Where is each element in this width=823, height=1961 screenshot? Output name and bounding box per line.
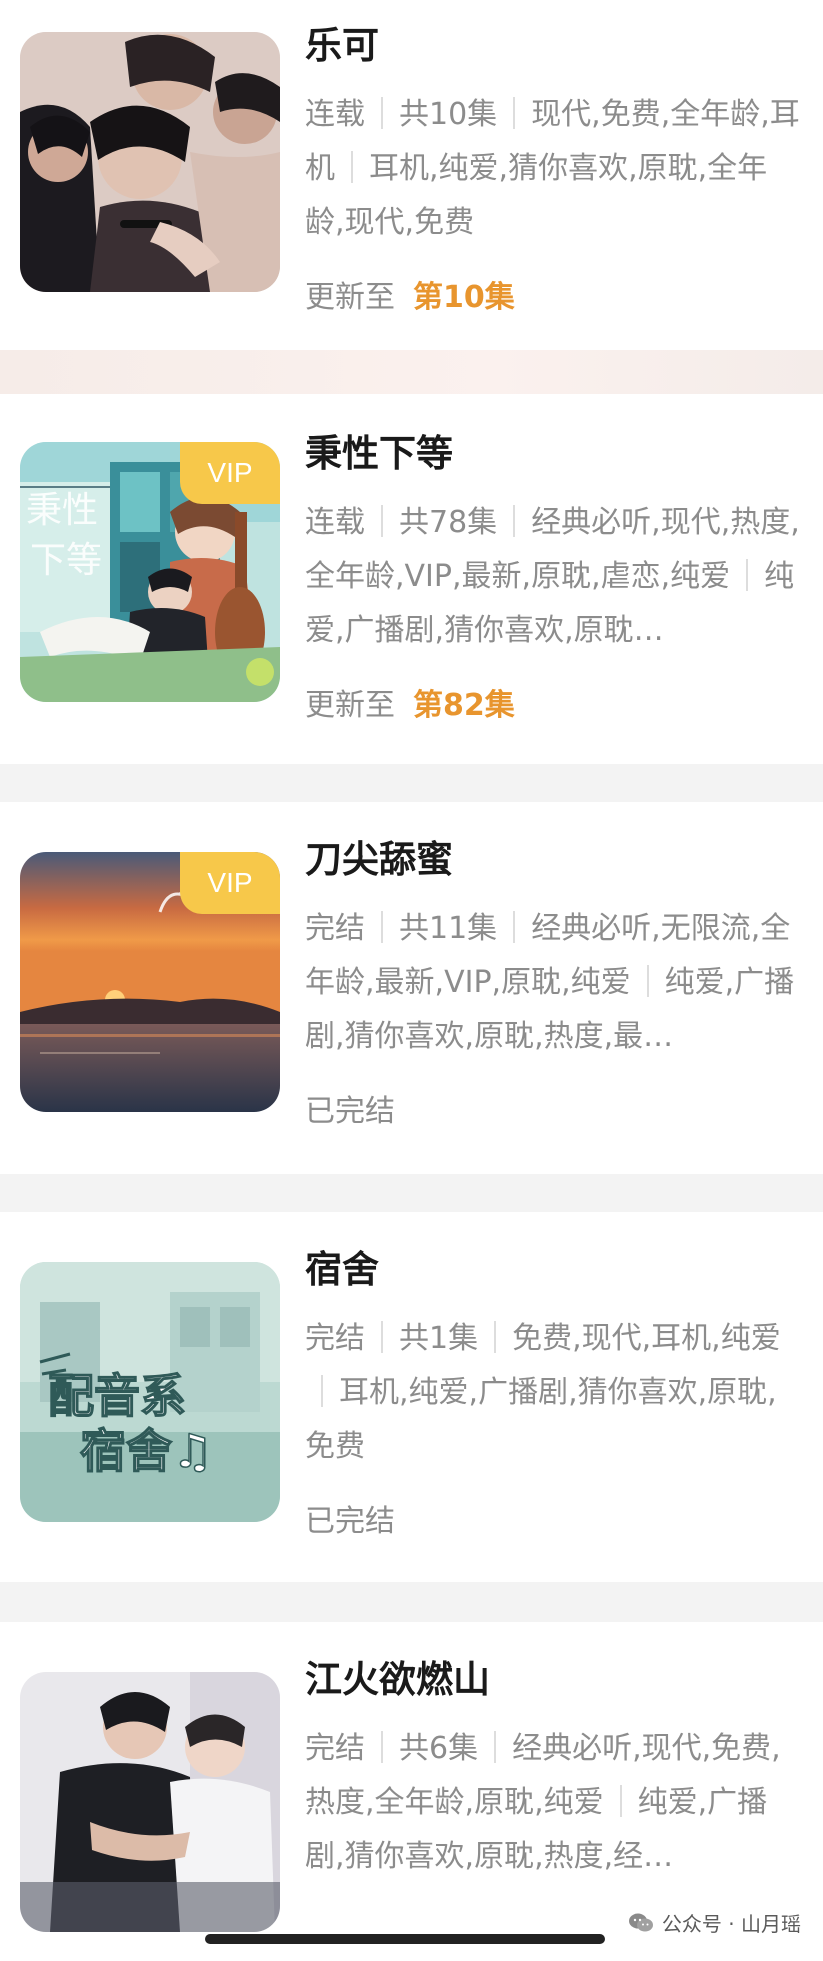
item-tags: 完结 共1集 免费,现代,耳机,纯爱耳机,纯爱,广播剧,猜你喜欢,原耽,免费 <box>305 1312 803 1474</box>
cover-title-text: 宿舍♫ <box>80 1424 213 1478</box>
item-title[interactable]: 江火欲燃山 <box>305 1656 803 1704</box>
tag-list: 耳机,纯爱,广播剧,猜你喜欢,原耽,免费 <box>305 1375 777 1464</box>
item-tags: 完结 共6集 经典必听,现代,免费,热度,全年龄,原耽,纯爱 纯爱,广播剧,猜你喜欢,… <box>305 1722 803 1884</box>
tag-separator <box>321 1375 323 1407</box>
tag-status: 完结 <box>305 1731 365 1766</box>
item-info: 江火欲燃山 完结 共6集 经典必听,现代,免费,热度,全年龄,原耽,纯爱 纯爱,广播剧… <box>305 1656 803 1884</box>
tag-separator <box>494 1321 497 1353</box>
tag-separator <box>513 911 516 943</box>
tag-status: 完结 <box>305 1321 365 1356</box>
cover-image[interactable]: 秉性 下等 VIP <box>20 442 280 702</box>
tag-separator <box>494 1731 497 1763</box>
item-title[interactable]: 刀尖舔蜜 <box>305 836 803 884</box>
item-status: 已完结 <box>305 1500 803 1544</box>
item-info: 乐可 连载 共10集 现代,免费,全年龄,耳机 耳机,纯爱,猜你喜欢,原耽,全年龄,现… <box>305 22 803 320</box>
cover-image[interactable]: VIP <box>20 852 280 1112</box>
item-info: 秉性下等 连载 共78集 经典必听,现代,热度,全年龄,VIP,最新,原耽,虐恋,纯… <box>305 430 803 728</box>
tag-list: 耳机,纯爱,猜你喜欢,原耽,全年龄,现代,免费 <box>305 151 768 240</box>
cover-art <box>20 1672 280 1932</box>
tag-episodes: 共1集 <box>399 1321 479 1356</box>
item-info: 刀尖舔蜜 完结 共11集 经典必听,无限流,全年龄,最新,VIP,原耽,纯爱 纯爱,广… <box>305 836 803 1134</box>
cover-image[interactable] <box>20 32 280 292</box>
tag-episodes: 共78集 <box>399 505 498 540</box>
cover-title-text: 下等 <box>30 540 102 581</box>
cover-image[interactable] <box>20 1672 280 1932</box>
list-item[interactable]: 配音系 宿舍♫ 宿舍 完结 共1集 免费,现代,耳机,纯爱耳机,纯爱,广播剧,猜你喜… <box>0 1212 823 1582</box>
tag-separator <box>746 559 749 591</box>
tag-separator <box>619 1785 622 1817</box>
tag-separator <box>381 1731 383 1763</box>
cover-art <box>20 32 280 292</box>
home-indicator[interactable] <box>205 1934 605 1944</box>
item-title[interactable]: 宿舍 <box>305 1246 803 1294</box>
status-label: 更新至 <box>305 280 395 315</box>
item-title[interactable]: 秉性下等 <box>305 430 803 478</box>
tag-separator <box>381 505 383 537</box>
watermark-text: 公众号 · 山月瑶 <box>661 1912 801 1936</box>
status-label: 已完结 <box>305 1504 395 1539</box>
item-tags: 连载 共78集 经典必听,现代,热度,全年龄,VIP,最新,原耽,虐恋,纯爱 纯爱,广… <box>305 496 803 658</box>
tag-separator <box>381 1321 383 1353</box>
divider-band <box>0 350 823 394</box>
tag-list: 经典必听,现代,热度,全年龄,VIP,最新,原耽,虐恋,纯爱 <box>305 505 800 594</box>
item-status: 更新至 第82集 <box>305 684 803 728</box>
tag-list: 免费,现代,耳机,纯爱 <box>512 1321 781 1356</box>
tag-status: 连载 <box>305 505 365 540</box>
item-status: 更新至 第10集 <box>305 276 803 320</box>
item-info: 宿舍 完结 共1集 免费,现代,耳机,纯爱耳机,纯爱,广播剧,猜你喜欢,原耽,免费 … <box>305 1246 803 1544</box>
tag-episodes: 共10集 <box>399 97 498 132</box>
list-item[interactable]: VIP 刀尖舔蜜 完结 共11集 经典必听,无限流,全年龄,最新,VIP,原耽,纯爱… <box>0 802 823 1174</box>
cover-image[interactable]: 配音系 宿舍♫ <box>20 1262 280 1522</box>
tag-status: 完结 <box>305 911 365 946</box>
tag-separator <box>381 97 383 129</box>
vip-badge: VIP <box>180 852 280 914</box>
tag-episodes: 共6集 <box>399 1731 479 1766</box>
cover-title-text: 秉性 <box>26 490 98 531</box>
item-tags: 完结 共11集 经典必听,无限流,全年龄,最新,VIP,原耽,纯爱 纯爱,广播剧,猜你… <box>305 902 803 1064</box>
list-item[interactable]: 乐可 连载 共10集 现代,免费,全年龄,耳机 耳机,纯爱,猜你喜欢,原耽,全年龄,现… <box>0 0 823 350</box>
list-item[interactable]: 秉性 下等 VIP 秉性下等 连载 共78集 经典必听,现代,热度,全年龄,VIP,… <box>0 394 823 764</box>
watermark: 公众号 · 山月瑶 <box>628 1908 801 1937</box>
tag-separator <box>513 505 516 537</box>
status-label: 更新至 <box>305 688 395 723</box>
item-tags: 连载 共10集 现代,免费,全年龄,耳机 耳机,纯爱,猜你喜欢,原耽,全年龄,现代,免… <box>305 88 803 250</box>
cover-art: 配音系 宿舍♫ <box>20 1262 280 1522</box>
status-label: 已完结 <box>305 1094 395 1129</box>
tag-separator <box>646 965 649 997</box>
tag-status: 连载 <box>305 97 365 132</box>
tag-separator <box>351 151 353 183</box>
tag-episodes: 共11集 <box>399 911 498 946</box>
vip-badge: VIP <box>180 442 280 504</box>
item-status: 已完结 <box>305 1090 803 1134</box>
tag-separator <box>513 97 516 129</box>
latest-episode: 第82集 <box>413 688 515 723</box>
item-title[interactable]: 乐可 <box>305 22 803 70</box>
wechat-icon <box>628 1913 653 1931</box>
latest-episode: 第10集 <box>413 280 515 315</box>
tag-separator <box>381 911 383 943</box>
cover-title-text: 配音系 <box>48 1369 186 1423</box>
